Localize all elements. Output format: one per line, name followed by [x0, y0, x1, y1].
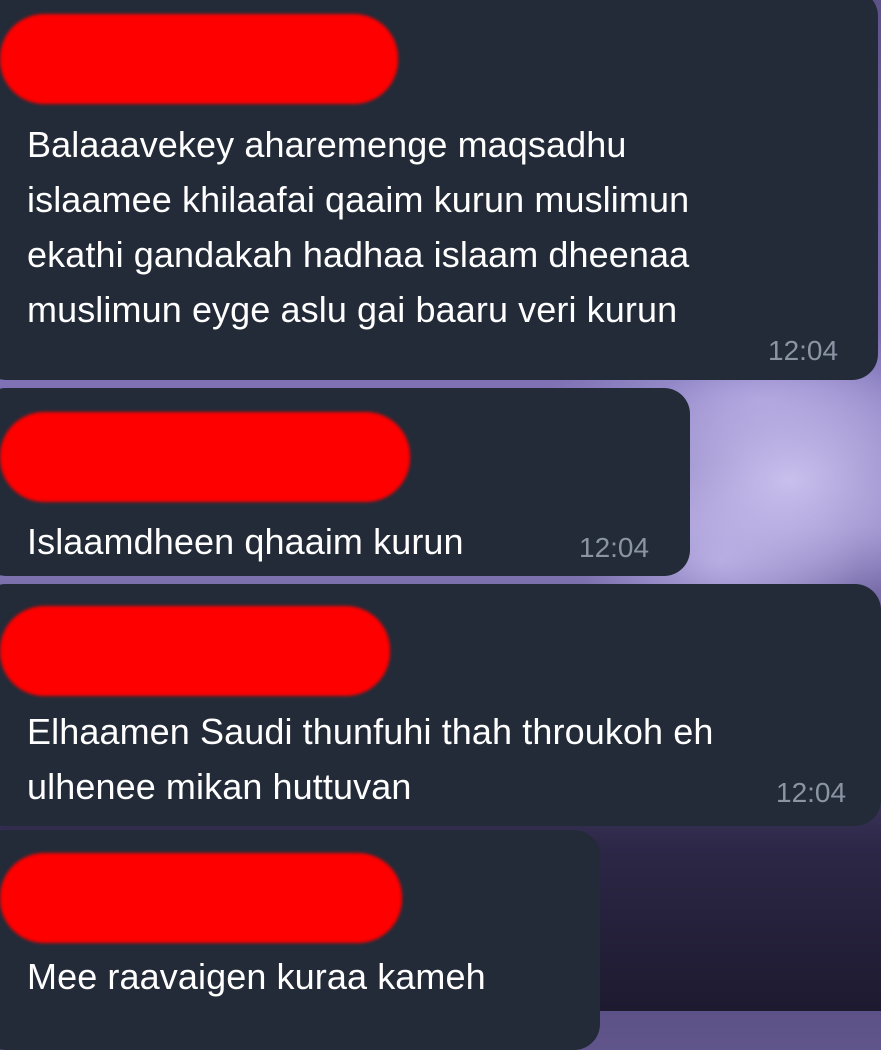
message-text: Elhaamen Saudi thunfuhi thah throukoh eh…: [27, 704, 714, 814]
message-line: muslimun eyge aslu gai baaru veri kurun: [27, 289, 678, 330]
message-text: Mee raavaigen kuraa kameh: [27, 949, 486, 1004]
sender-name-redaction: [0, 853, 402, 943]
message-line: Elhaamen Saudi thunfuhi thah throukoh eh: [27, 711, 714, 752]
message-timestamp: 12:04: [768, 335, 839, 366]
message-line: ulhenee mikan huttuvan: [27, 766, 412, 807]
message-text: Balaaavekey aharemenge maqsadhu islaamee…: [27, 117, 689, 337]
message-line: Mee raavaigen kuraa kameh: [27, 956, 486, 997]
message-text: Islaamdheen qhaaim kurun: [27, 514, 464, 569]
sender-name-redaction: [0, 14, 398, 104]
message-line: islaamee khilaafai qaaim kurun muslimun: [27, 179, 690, 220]
sender-name-redaction: [0, 412, 410, 502]
message-line: ekathi gandakah hadhaa islaam dheenaa: [27, 234, 690, 275]
sender-name-redaction: [0, 606, 390, 696]
message-line: Islaamdheen qhaaim kurun: [27, 521, 464, 562]
message-timestamp: 12:04: [776, 777, 847, 808]
message-line: Balaaavekey aharemenge maqsadhu: [27, 124, 627, 165]
message-timestamp: 12:04: [579, 532, 650, 563]
